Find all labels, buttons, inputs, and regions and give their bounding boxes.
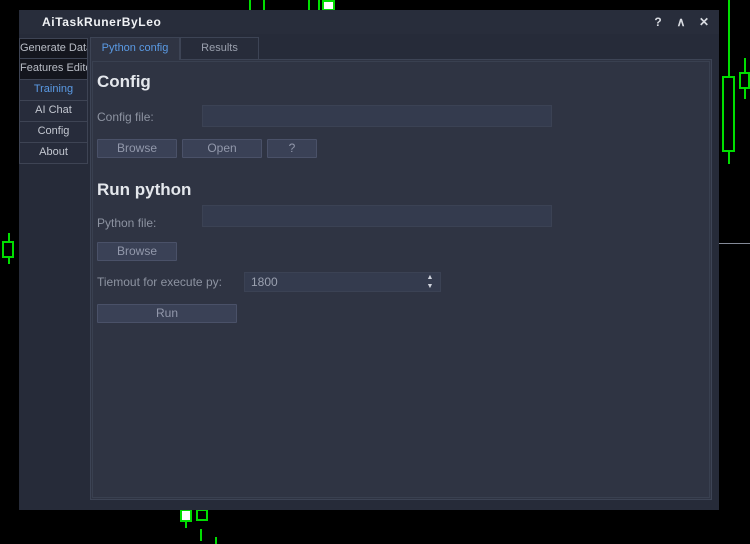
config-file-label: Config file: bbox=[97, 110, 154, 124]
sidebar-item-about[interactable]: About bbox=[19, 143, 88, 164]
candlestick bbox=[308, 0, 310, 10]
config-file-input[interactable] bbox=[202, 105, 552, 127]
title-bar[interactable]: AiTaskRunerByLeo ? ∧ ✕ bbox=[19, 10, 719, 34]
minimize-icon[interactable]: ∧ bbox=[672, 13, 690, 31]
candlestick bbox=[739, 72, 750, 89]
config-browse-button[interactable]: Browse bbox=[97, 139, 177, 158]
candlestick bbox=[8, 258, 10, 264]
candlestick bbox=[728, 0, 730, 78]
app-window: AiTaskRunerByLeo ? ∧ ✕ Generate Data Fea… bbox=[19, 10, 719, 510]
candlestick bbox=[728, 152, 730, 164]
run-python-heading: Run python bbox=[97, 180, 191, 200]
sidebar-item-training[interactable]: Training bbox=[19, 80, 88, 101]
candlestick bbox=[2, 241, 14, 258]
window-title: AiTaskRunerByLeo bbox=[42, 15, 161, 29]
spin-down-icon[interactable]: ▼ bbox=[422, 282, 438, 291]
close-icon[interactable]: ✕ bbox=[695, 13, 713, 31]
window-controls: ? ∧ ✕ bbox=[649, 13, 713, 31]
candlestick bbox=[185, 522, 187, 528]
candlestick bbox=[180, 509, 192, 522]
help-icon[interactable]: ? bbox=[649, 13, 667, 31]
tab-python-config[interactable]: Python config bbox=[90, 37, 180, 60]
timeout-value: 1800 bbox=[251, 273, 278, 291]
python-file-label: Python file: bbox=[97, 216, 156, 230]
sidebar-item-features-editor[interactable]: Features Editor bbox=[19, 59, 88, 80]
candlestick bbox=[200, 529, 202, 541]
sidebar-item-config[interactable]: Config bbox=[19, 122, 88, 143]
spinbox-buttons: ▲ ▼ bbox=[422, 273, 438, 291]
price-line bbox=[719, 243, 750, 244]
sidebar-item-generate-data[interactable]: Generate Data bbox=[19, 38, 88, 59]
candlestick bbox=[196, 509, 208, 521]
config-help-button[interactable]: ? bbox=[267, 139, 317, 158]
candlestick bbox=[744, 89, 746, 99]
sidebar: Generate Data Features Editor Training A… bbox=[19, 38, 88, 164]
config-heading: Config bbox=[97, 72, 151, 92]
python-file-input[interactable] bbox=[202, 205, 552, 227]
timeout-spinbox[interactable]: 1800 ▲ ▼ bbox=[244, 272, 441, 292]
timeout-label: Tiemout for execute py: bbox=[97, 275, 222, 289]
candlestick bbox=[215, 537, 217, 544]
run-button[interactable]: Run bbox=[97, 304, 237, 323]
sidebar-item-ai-chat[interactable]: AI Chat bbox=[19, 101, 88, 122]
spin-up-icon[interactable]: ▲ bbox=[422, 273, 438, 282]
config-open-button[interactable]: Open bbox=[182, 139, 262, 158]
candlestick bbox=[318, 0, 320, 10]
candlestick bbox=[263, 0, 265, 10]
tab-results[interactable]: Results bbox=[180, 37, 259, 59]
candlestick bbox=[249, 0, 251, 10]
python-browse-button[interactable]: Browse bbox=[97, 242, 177, 261]
tab-content-pane: Config Config file: Browse Open ? Run py… bbox=[90, 59, 712, 500]
candlestick bbox=[722, 76, 735, 152]
